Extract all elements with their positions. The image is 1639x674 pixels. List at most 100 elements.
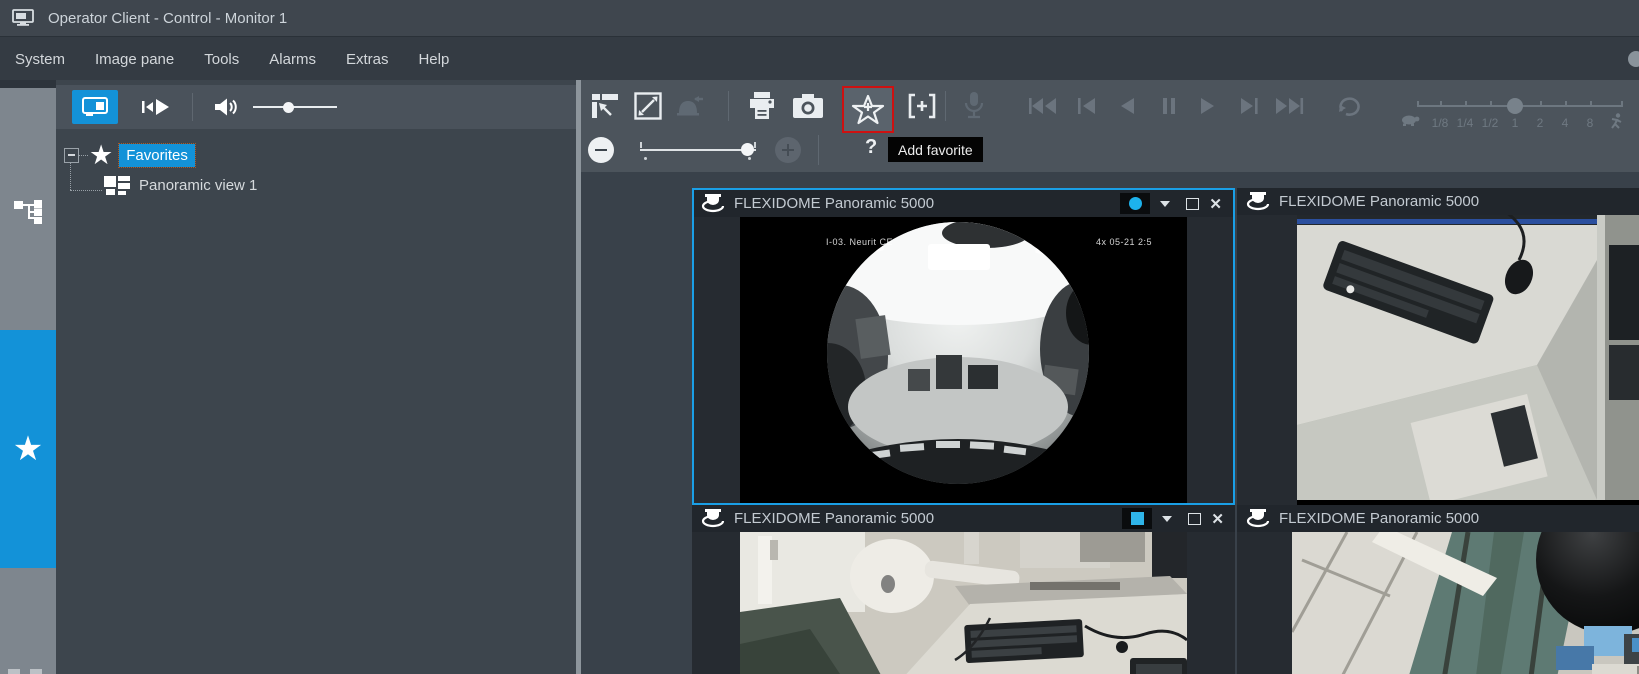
maximize-icon[interactable]: [1188, 513, 1201, 525]
step-forward-icon: [1239, 97, 1259, 115]
speaker-icon: [213, 97, 239, 117]
chevron-down-icon[interactable]: [1162, 516, 1172, 522]
video-overlay-camera-label: I-03. Neurit CE: [826, 237, 893, 247]
clipped-tab-icon: [30, 669, 42, 674]
toolbar-separator: [818, 135, 819, 165]
operator-client-window: { "title_bar": { "title": "Operator Clie…: [0, 0, 1639, 674]
pause-icon: [1162, 97, 1176, 115]
skip-forward-button: [1272, 89, 1306, 123]
play-button: [1191, 89, 1225, 123]
dome-camera-icon: [701, 194, 725, 213]
video-overlay-timestamp: 4x 05-21 2:5: [1096, 237, 1152, 247]
sidebar-tab-logical-tree[interactable]: [0, 175, 56, 245]
close-icon[interactable]: ✕: [1211, 510, 1224, 528]
bracket-plus-icon: [907, 93, 937, 119]
toolbar-separator: [728, 91, 729, 121]
tree-item-favorites[interactable]: ★ Favorites: [56, 140, 195, 170]
speed-label: 1: [1512, 116, 1519, 130]
speed-scale: 1/8 1/4 1/2 1 2 4 8: [1401, 116, 1639, 132]
volume-slider[interactable]: [253, 106, 337, 108]
toolbar-separator: [945, 91, 946, 121]
alarm-bell-icon: [675, 93, 705, 119]
sidebar-tab-favorites[interactable]: ★: [0, 330, 56, 568]
camera-name: FLEXIDOME Panoramic 5000: [734, 195, 934, 212]
collapse-icon[interactable]: [64, 148, 79, 163]
favorites-star-icon: ★: [89, 142, 113, 169]
skip-forward-icon: [1274, 97, 1304, 115]
add-favorite-star-icon: [851, 93, 885, 127]
chevron-down-icon[interactable]: [1160, 201, 1170, 207]
tree-item-label[interactable]: Panoramic view 1: [139, 177, 257, 194]
play-backward-button: [1110, 89, 1144, 123]
menu-alarms[interactable]: Alarms: [254, 37, 331, 81]
skip-backward-icon: [1028, 97, 1058, 115]
tree-item-label[interactable]: Favorites: [119, 144, 195, 167]
add-favorite-tooltip: Add favorite: [888, 137, 983, 162]
toolbar-separator: [192, 93, 193, 121]
pane-titlebar[interactable]: FLEXIDOME Panoramic 5000 ✕: [1237, 188, 1639, 215]
favorites-panel-toolbar: [56, 85, 576, 129]
snapshot-button[interactable]: [791, 89, 825, 123]
image-pane-3[interactable]: FLEXIDOME Panoramic 5000 ✕: [692, 505, 1235, 674]
tree-item-panoramic-view[interactable]: Panoramic view 1: [104, 176, 257, 195]
tree-connector: [70, 190, 102, 191]
pane-titlebar[interactable]: FLEXIDOME Panoramic 5000 ✕: [1237, 505, 1639, 532]
pause-button: [1152, 89, 1186, 123]
dome-sphere-video-image: [1292, 532, 1639, 674]
menu-extras[interactable]: Extras: [331, 37, 404, 81]
runner-icon: [1609, 113, 1623, 132]
zoom-in-button: [775, 137, 801, 163]
pane-count-slider-thumb[interactable]: [741, 143, 754, 156]
minus-icon: [595, 149, 607, 152]
menu-bar: System Image pane Tools Alarms Extras He…: [0, 36, 1639, 81]
maximize-icon[interactable]: [1186, 198, 1199, 210]
print-button[interactable]: [745, 89, 779, 123]
close-icon[interactable]: ✕: [1209, 195, 1222, 213]
camera-name: FLEXIDOME Panoramic 5000: [734, 510, 934, 527]
loop-icon: [1336, 95, 1366, 117]
pane-titlebar[interactable]: FLEXIDOME Panoramic 5000 ✕: [694, 190, 1233, 217]
overhead-desk-video-image: [1297, 215, 1639, 500]
image-pane-view-button[interactable]: [72, 90, 118, 124]
menu-help[interactable]: Help: [403, 37, 464, 81]
menu-image-pane[interactable]: Image pane: [80, 37, 189, 81]
printer-icon: [747, 91, 777, 121]
pane-count-slider[interactable]: [640, 149, 756, 151]
star-icon: ★: [13, 432, 43, 466]
clipped-tab-icon: [8, 669, 20, 674]
menu-system[interactable]: System: [0, 37, 80, 81]
volume-slider-thumb[interactable]: [283, 102, 294, 113]
video-area[interactable]: [692, 532, 1235, 674]
pane-titlebar[interactable]: FLEXIDOME Panoramic 5000 ✕: [692, 505, 1235, 532]
video-area[interactable]: [1237, 532, 1639, 674]
microphone-icon: [962, 91, 986, 121]
video-area[interactable]: [1237, 215, 1639, 505]
image-pane-4[interactable]: FLEXIDOME Panoramic 5000 ✕: [1237, 505, 1639, 674]
dome-camera-icon: [1246, 192, 1270, 211]
speed-label: 1/4: [1457, 116, 1474, 130]
menu-tools[interactable]: Tools: [189, 37, 254, 81]
play-icon: [1199, 97, 1217, 115]
image-pane-1[interactable]: FLEXIDOME Panoramic 5000 ✕: [692, 188, 1235, 505]
sidebar-tabstrip: ★: [0, 80, 56, 674]
audio-button[interactable]: [213, 97, 239, 117]
add-favorite-button[interactable]: [842, 86, 894, 133]
image-pane-2[interactable]: FLEXIDOME Panoramic 5000 ✕: [1237, 188, 1639, 505]
instant-playback-button[interactable]: [140, 97, 172, 117]
restore-layout-button[interactable]: [588, 89, 622, 123]
camera-icon: [792, 93, 824, 119]
image-pane-workspace: FLEXIDOME Panoramic 5000 ✕: [581, 172, 1639, 674]
zoom-out-button[interactable]: [588, 137, 614, 163]
clipped-icon: [1628, 51, 1639, 67]
microphone-button: [957, 89, 991, 123]
monitor-icon: [12, 9, 34, 27]
favorites-panel: ★ Favorites Panoramic view 1: [56, 80, 576, 674]
video-area[interactable]: I-03. Neurit CE 4x 05-21 2:5: [694, 217, 1233, 503]
add-bookmark-button[interactable]: [905, 89, 939, 123]
main-toolbar: 1/8 1/4 1/2 1 2 4 8 ? Add favorite: [581, 80, 1639, 172]
skip-backward-button: [1026, 89, 1060, 123]
window-title: Operator Client - Control - Monitor 1: [48, 10, 287, 27]
recording-indicator-square: [1131, 512, 1144, 525]
maximize-pane-button[interactable]: [631, 89, 665, 123]
help-button[interactable]: ?: [865, 136, 877, 159]
